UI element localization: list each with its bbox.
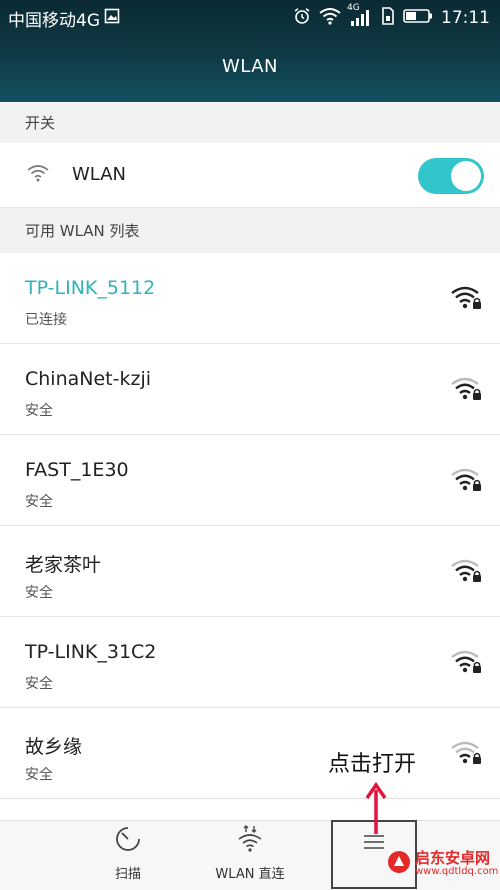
wlan-switch-label: WLAN xyxy=(72,164,127,185)
toggle-knob xyxy=(451,161,481,191)
network-status: 安全 xyxy=(25,403,53,419)
network-item[interactable]: TP-LINK_5112 已连接 xyxy=(0,253,500,344)
wifi-lock-icon xyxy=(450,649,482,679)
page-title: WLAN xyxy=(221,56,279,77)
network-status: 已连接 xyxy=(25,312,67,328)
wifi-icon xyxy=(26,163,50,187)
wifi-lock-icon xyxy=(450,467,482,497)
scan-button[interactable]: 扫描 xyxy=(68,821,188,890)
app-header: 中国移动4G 4G 17:11 WLAN xyxy=(0,0,500,102)
network-item[interactable]: ChinaNet-kzji 安全 xyxy=(0,344,500,435)
network-name: FAST_1E30 xyxy=(25,459,129,481)
section-list-label: 可用 WLAN 列表 xyxy=(0,208,500,253)
list-item-partial xyxy=(0,799,500,820)
network-item[interactable]: TP-LINK_31C2 安全 xyxy=(0,617,500,708)
network-name: ChinaNet-kzji xyxy=(25,368,152,390)
wifi-status-icon xyxy=(319,7,341,30)
network-item[interactable]: FAST_1E30 安全 xyxy=(0,435,500,526)
status-left: 中国移动4G xyxy=(8,6,120,31)
battery-icon xyxy=(403,8,433,29)
network-name: 故乡缘 xyxy=(25,736,83,758)
network-name: TP-LINK_31C2 xyxy=(25,641,157,663)
wifi-lock-icon xyxy=(450,376,482,406)
wifi-lock-weak-icon xyxy=(450,740,482,770)
wlan-direct-button[interactable]: WLAN 直连 xyxy=(190,821,310,890)
network-item[interactable]: 故乡缘 安全 xyxy=(0,708,500,799)
scan-label: 扫描 xyxy=(114,867,141,882)
sim-card-icon xyxy=(381,6,395,30)
gallery-icon xyxy=(104,8,120,29)
wifi-direct-icon xyxy=(235,825,265,857)
logo-icon xyxy=(387,850,411,878)
clock-time: 17:11 xyxy=(441,8,490,28)
status-right: 4G 17:11 xyxy=(293,3,490,30)
network-name: TP-LINK_5112 xyxy=(25,277,156,299)
watermark-text-block: 启东安卓网 www.qdtldq.com xyxy=(415,849,499,878)
network-status: 安全 xyxy=(25,676,53,692)
wlan-switch-row[interactable]: WLAN xyxy=(0,143,500,208)
wifi-lock-icon xyxy=(450,558,482,588)
wlan-direct-label: WLAN 直连 xyxy=(215,867,285,882)
refresh-icon xyxy=(114,825,142,857)
annotation-text: 点击打开 xyxy=(328,752,417,777)
network-status: 安全 xyxy=(25,585,53,601)
network-status: 安全 xyxy=(25,494,53,510)
watermark-url: www.qdtldq.com xyxy=(415,866,499,877)
network-item[interactable]: 老家茶叶 安全 xyxy=(0,526,500,617)
watermark: 启东安卓网 www.qdtldq.com xyxy=(387,850,498,878)
wifi-lock-full-icon xyxy=(450,285,482,315)
wlan-toggle[interactable] xyxy=(418,158,484,194)
signal-4g-icon: 4G xyxy=(347,3,373,27)
watermark-brand: 启东安卓网 xyxy=(415,849,491,867)
status-bar: 中国移动4G 4G 17:11 xyxy=(0,0,500,36)
alarm-icon xyxy=(293,7,311,30)
arrow-up-icon xyxy=(363,781,389,840)
network-status: 安全 xyxy=(25,767,53,783)
network-name: 老家茶叶 xyxy=(25,554,102,576)
section-switch-label: 开关 xyxy=(0,102,500,142)
carrier-label: 中国移动4G xyxy=(8,10,100,31)
